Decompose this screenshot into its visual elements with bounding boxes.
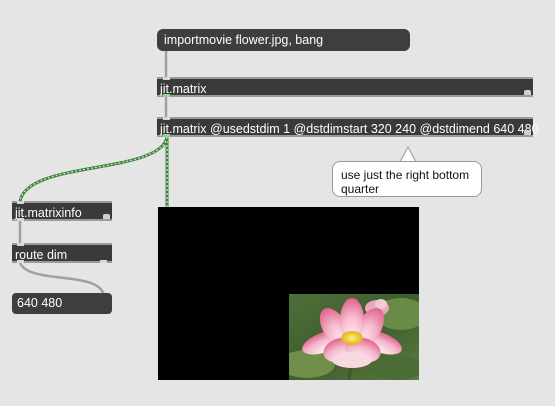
- comment-bubble: use just the right bottom quarter: [332, 161, 482, 197]
- patcher-canvas: importmovie flower.jpg, bang jit.matrix …: [0, 0, 555, 406]
- dim-output-text: 640 480: [17, 296, 63, 310]
- inlet[interactable]: [17, 243, 24, 246]
- resize-handle[interactable]: [103, 214, 110, 219]
- object-text: jit.matrixinfo: [15, 206, 82, 220]
- dim-output-message[interactable]: 640 480: [12, 293, 112, 314]
- jit-pwindow-display[interactable]: [158, 207, 419, 380]
- lotus-flower-image: [289, 294, 419, 380]
- message-text: importmovie flower.jpg, bang: [164, 33, 324, 47]
- inlet[interactable]: [163, 77, 170, 80]
- jit-matrixinfo-object[interactable]: jit.matrixinfo: [12, 201, 112, 221]
- inlet[interactable]: [163, 117, 170, 120]
- object-text: jit.matrix @usedstdim 1 @dstdimstart 320…: [160, 122, 539, 136]
- outlet[interactable]: [17, 218, 24, 221]
- resize-handle[interactable]: [524, 90, 531, 95]
- route-dim-object[interactable]: route dim: [12, 243, 112, 263]
- resize-handle[interactable]: [524, 130, 531, 135]
- importmovie-message[interactable]: importmovie flower.jpg, bang: [157, 29, 410, 51]
- outlet[interactable]: [163, 94, 170, 97]
- cord-route-to-number: [18, 262, 106, 297]
- jit-matrix-dstdim-object[interactable]: jit.matrix @usedstdim 1 @dstdimstart 320…: [157, 117, 539, 137]
- seed-pod: [341, 331, 363, 345]
- cord-matrix-to-matrixinfo: [18, 136, 169, 203]
- comment-text: use just the right bottom quarter: [341, 168, 470, 196]
- outlet[interactable]: [100, 260, 107, 263]
- outlet[interactable]: [17, 260, 24, 263]
- outlet[interactable]: [163, 134, 170, 137]
- jit-matrix-object[interactable]: jit.matrix: [157, 77, 533, 97]
- comment-pointer: [399, 146, 417, 162]
- inlet[interactable]: [17, 201, 24, 204]
